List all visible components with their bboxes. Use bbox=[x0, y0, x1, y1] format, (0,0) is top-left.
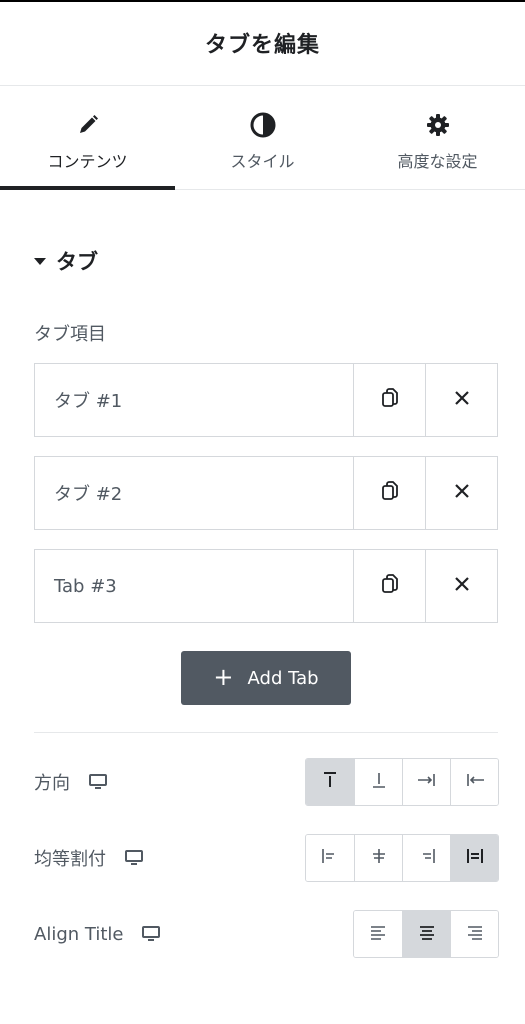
copy-icon bbox=[380, 387, 400, 413]
align-title-label: Align Title bbox=[34, 923, 124, 945]
justify-label: 均等割付 bbox=[34, 849, 106, 870]
text-align-left-icon bbox=[368, 922, 388, 946]
align-top-icon bbox=[320, 770, 340, 794]
repeater-item: Tab #3 bbox=[34, 549, 498, 623]
justify-stretch-button[interactable] bbox=[450, 835, 498, 881]
text-align-center-icon bbox=[417, 922, 437, 946]
justify-end-icon bbox=[417, 846, 437, 870]
remove-button[interactable] bbox=[425, 550, 497, 622]
remove-button[interactable] bbox=[425, 457, 497, 529]
tab-items-label: タブ項目 bbox=[34, 324, 106, 345]
half-circle-icon bbox=[250, 112, 276, 138]
panel-title: タブを編集 bbox=[204, 32, 320, 58]
align-left-button[interactable] bbox=[354, 911, 402, 957]
add-tab-button[interactable]: + Add Tab bbox=[181, 651, 351, 705]
close-icon bbox=[453, 575, 471, 597]
text-align-right-icon bbox=[465, 922, 485, 946]
tab-style[interactable]: スタイル bbox=[175, 86, 350, 189]
panel-tabs: コンテンツ スタイル 高度な設定 bbox=[0, 86, 525, 190]
justify-choices bbox=[305, 834, 499, 882]
direction-choices bbox=[305, 758, 499, 806]
direction-start-button[interactable] bbox=[450, 759, 498, 805]
panel-header: タブを編集 bbox=[0, 0, 525, 86]
tab-advanced-label: 高度な設定 bbox=[397, 152, 478, 171]
tab-content-label: コンテンツ bbox=[47, 152, 128, 171]
repeater-item-title[interactable]: タブ #2 bbox=[35, 457, 353, 529]
direction-end-button[interactable] bbox=[402, 759, 450, 805]
arrow-to-left-icon bbox=[464, 770, 486, 794]
direction-label: 方向 bbox=[34, 773, 70, 794]
tab-content[interactable]: コンテンツ bbox=[0, 86, 175, 190]
duplicate-button[interactable] bbox=[353, 364, 425, 436]
tab-style-label: スタイル bbox=[230, 152, 295, 171]
caret-down-icon bbox=[34, 257, 46, 265]
repeater-item-title[interactable]: タブ #1 bbox=[35, 364, 353, 436]
section-title: タブ bbox=[56, 250, 98, 274]
section-toggle-tabs[interactable]: タブ bbox=[34, 246, 98, 276]
justify-center-icon bbox=[369, 846, 389, 870]
tab-advanced[interactable]: 高度な設定 bbox=[350, 86, 525, 189]
gear-icon bbox=[425, 112, 451, 138]
copy-icon bbox=[380, 573, 400, 599]
add-tab-label: Add Tab bbox=[247, 667, 319, 689]
divider bbox=[34, 732, 498, 733]
justify-start-icon bbox=[320, 846, 340, 870]
align-center-button[interactable] bbox=[402, 911, 450, 957]
direction-bottom-button[interactable] bbox=[354, 759, 402, 805]
desktop-icon[interactable] bbox=[141, 925, 161, 943]
desktop-icon[interactable] bbox=[124, 849, 144, 867]
arrow-to-right-icon bbox=[416, 770, 438, 794]
justify-center-button[interactable] bbox=[354, 835, 402, 881]
repeater-item: タブ #1 bbox=[34, 363, 498, 437]
duplicate-button[interactable] bbox=[353, 457, 425, 529]
repeater-item-title[interactable]: Tab #3 bbox=[35, 550, 353, 622]
justify-start-button[interactable] bbox=[306, 835, 354, 881]
justify-stretch-icon bbox=[465, 846, 485, 870]
repeater-item: タブ #2 bbox=[34, 456, 498, 530]
close-icon bbox=[453, 482, 471, 504]
copy-icon bbox=[380, 480, 400, 506]
align-right-button[interactable] bbox=[450, 911, 498, 957]
pencil-icon bbox=[75, 112, 101, 138]
justify-end-button[interactable] bbox=[402, 835, 450, 881]
remove-button[interactable] bbox=[425, 364, 497, 436]
align-bottom-icon bbox=[369, 770, 389, 794]
direction-top-button[interactable] bbox=[306, 759, 354, 805]
close-icon bbox=[453, 389, 471, 411]
align-title-choices bbox=[353, 910, 499, 958]
duplicate-button[interactable] bbox=[353, 550, 425, 622]
desktop-icon[interactable] bbox=[88, 773, 108, 791]
plus-icon: + bbox=[213, 662, 234, 691]
